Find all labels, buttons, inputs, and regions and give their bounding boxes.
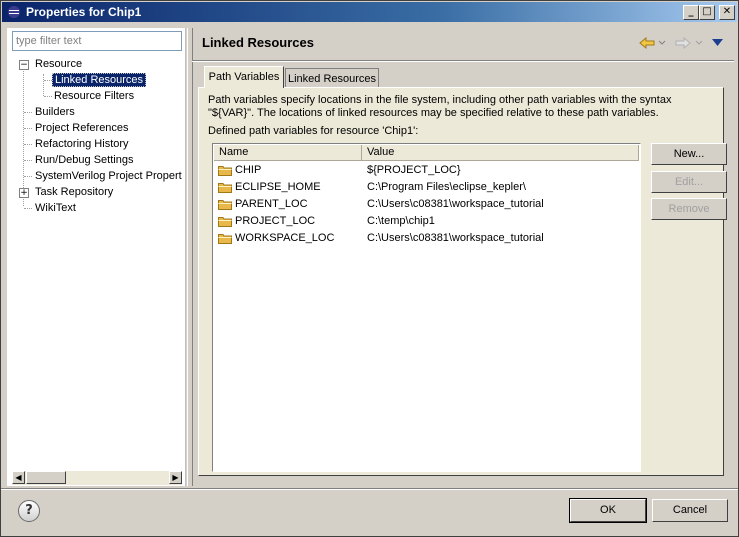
- tree-line: [43, 74, 44, 96]
- ok-button[interactable]: OK: [569, 498, 647, 523]
- path-variables-panel: Path variables specify locations in the …: [198, 87, 727, 476]
- table-row[interactable]: WORKSPACE_LOC C:\Users\c08381\workspace_t…: [214, 230, 639, 247]
- folder-icon: [218, 166, 232, 176]
- tree-item-label: Linked Resources: [52, 73, 147, 87]
- edit-button[interactable]: Edit...: [651, 171, 727, 193]
- tab-path-variables[interactable]: Path Variables: [204, 66, 284, 88]
- description-text: Path variables specify locations in the …: [208, 94, 672, 119]
- cell-value: C:\temp\chip1: [367, 215, 435, 227]
- filter-input[interactable]: type filter text: [12, 31, 182, 51]
- tree-item-linked-resources[interactable]: Linked Resources: [52, 73, 147, 87]
- table-row[interactable]: PARENT_LOC C:\Users\c08381\workspace_tuto…: [214, 196, 639, 213]
- scrollbar-thumb[interactable]: [26, 471, 66, 484]
- new-button[interactable]: New...: [651, 143, 727, 165]
- minimize-button[interactable]: _: [683, 5, 699, 20]
- properties-dialog: Properties for Chip1 _ □ ✕ type filter t…: [0, 0, 739, 537]
- header-divider: [192, 60, 734, 62]
- tab-linked-resources[interactable]: Linked Resources: [285, 68, 379, 88]
- tree-horizontal-scrollbar[interactable]: ◀ ▶: [12, 471, 182, 485]
- close-button[interactable]: ✕: [719, 5, 735, 20]
- tree-line: [24, 144, 32, 145]
- cell-value: C:\Users\c08381\workspace_tutorial: [367, 232, 544, 244]
- table-row[interactable]: CHIP ${PROJECT_LOC}: [214, 162, 639, 179]
- column-header-value[interactable]: Value: [362, 145, 639, 161]
- button-bar-divider: [1, 488, 738, 490]
- tree-line: [44, 80, 52, 81]
- tree-item-systemverilog-project-properties[interactable]: SystemVerilog Project Propert: [35, 169, 182, 183]
- path-variables-table[interactable]: Name Value CHIP ${PROJECT_LOC} ECLIPSE_HOM…: [212, 143, 641, 472]
- table-row[interactable]: PROJECT_LOC C:\temp\chip1: [214, 213, 639, 230]
- tree-line: [24, 128, 32, 129]
- scroll-left-icon[interactable]: ◀: [12, 471, 25, 484]
- chevron-down-icon[interactable]: [658, 40, 666, 46]
- back-arrow-icon[interactable]: [639, 37, 655, 49]
- cell-name: PARENT_LOC: [235, 198, 308, 210]
- chevron-down-icon[interactable]: [695, 40, 703, 46]
- expand-icon[interactable]: +: [19, 188, 29, 198]
- cell-name: CHIP: [235, 164, 262, 176]
- defined-variables-label: Defined path variables for resource 'Chi…: [208, 125, 419, 137]
- page-title: Linked Resources: [202, 35, 314, 50]
- tree-line: [24, 160, 32, 161]
- tree-item-wikitext[interactable]: WikiText: [35, 201, 76, 215]
- collapse-icon[interactable]: −: [19, 60, 29, 70]
- property-page: Linked Resources Path Variables Linked R…: [192, 28, 734, 486]
- folder-icon: [218, 200, 232, 210]
- tree-line: [44, 96, 52, 97]
- help-icon[interactable]: ?: [18, 500, 40, 522]
- cell-value: C:\Program Files\eclipse_kepler\: [367, 181, 526, 193]
- cell-name: PROJECT_LOC: [235, 215, 316, 227]
- tree-item-builders[interactable]: Builders: [35, 105, 75, 119]
- maximize-button[interactable]: □: [699, 5, 715, 20]
- tree-line: [24, 176, 32, 177]
- forward-arrow-icon[interactable]: [675, 37, 691, 49]
- folder-icon: [218, 183, 232, 193]
- cancel-button[interactable]: Cancel: [652, 499, 728, 522]
- cell-value: ${PROJECT_LOC}: [367, 164, 461, 176]
- cell-name: ECLIPSE_HOME: [235, 181, 321, 193]
- folder-icon: [218, 217, 232, 227]
- table-header: Name Value: [214, 145, 639, 161]
- tree-item-project-references[interactable]: Project References: [35, 121, 129, 135]
- cell-name: WORKSPACE_LOC: [235, 232, 335, 244]
- window-title: Properties for Chip1: [26, 5, 142, 19]
- column-header-name[interactable]: Name: [214, 145, 362, 161]
- eclipse-icon: [8, 6, 20, 18]
- category-tree-pane: type filter text − Resource Linked Resou…: [7, 28, 186, 486]
- tree-line: [24, 208, 32, 209]
- tree-line: [23, 64, 24, 206]
- folder-icon: [218, 234, 232, 244]
- tree-line: [24, 112, 32, 113]
- tree-item-run-debug-settings[interactable]: Run/Debug Settings: [35, 153, 133, 167]
- table-row[interactable]: ECLIPSE_HOME C:\Program Files\eclipse_kep…: [214, 179, 639, 196]
- tree-item-refactoring-history[interactable]: Refactoring History: [35, 137, 129, 151]
- tree-item-resource-filters[interactable]: Resource Filters: [54, 89, 134, 103]
- view-menu-icon[interactable]: [712, 39, 723, 47]
- tree-item-resource[interactable]: Resource: [35, 57, 82, 71]
- remove-button[interactable]: Remove: [651, 198, 727, 220]
- cell-value: C:\Users\c08381\workspace_tutorial: [367, 198, 544, 210]
- title-bar[interactable]: Properties for Chip1 _ □ ✕: [2, 2, 737, 22]
- scroll-right-icon[interactable]: ▶: [169, 471, 182, 484]
- tree-item-task-repository[interactable]: Task Repository: [35, 185, 113, 199]
